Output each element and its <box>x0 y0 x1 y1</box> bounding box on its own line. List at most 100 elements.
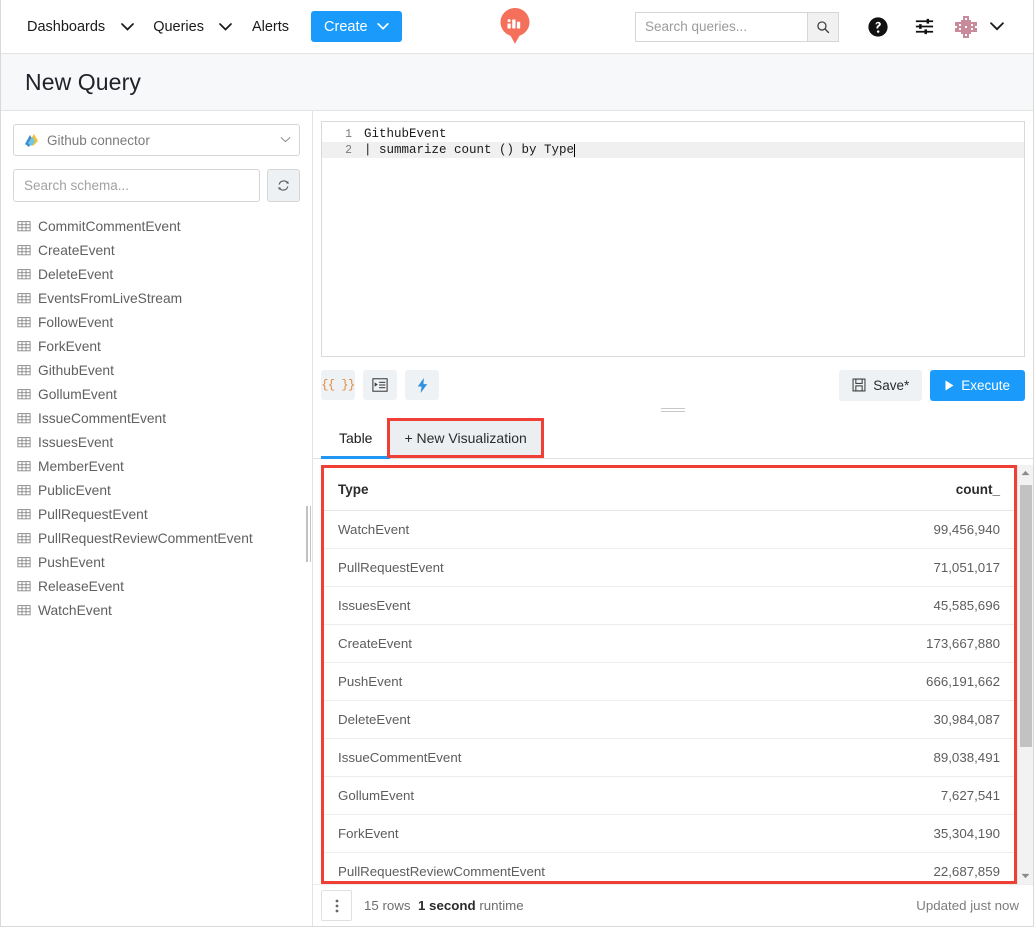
schema-table-item[interactable]: GithubEvent <box>17 358 312 382</box>
table-icon <box>17 339 31 353</box>
results-vertical-scrollbar[interactable] <box>1017 465 1033 884</box>
create-button-label: Create <box>324 19 368 35</box>
schema-table-item[interactable]: CommitCommentEvent <box>17 214 312 238</box>
sidebar-scrollbar[interactable] <box>306 506 311 562</box>
tab-table[interactable]: Table <box>321 431 390 459</box>
schema-table-item[interactable]: GollumEvent <box>17 382 312 406</box>
schema-table-item[interactable]: IssueCommentEvent <box>17 406 312 430</box>
table-row[interactable]: IssueCommentEvent89,038,491 <box>324 739 1014 777</box>
search-queries-box <box>635 12 839 42</box>
schema-table-item[interactable]: PullRequestReviewCommentEvent <box>17 526 312 550</box>
execute-button[interactable]: Execute <box>930 370 1025 401</box>
table-row[interactable]: CreateEvent173,667,880 <box>324 625 1014 663</box>
cell-type: ForkEvent <box>324 815 669 853</box>
updated-timestamp: Updated just now <box>916 898 1019 913</box>
table-row[interactable]: PullRequestEvent71,051,017 <box>324 549 1014 587</box>
github-connector-icon <box>24 133 39 148</box>
schema-table-label: IssueCommentEvent <box>38 411 166 426</box>
chevron-down-icon-account[interactable] <box>983 22 1011 31</box>
results-table-head: Typecount_ <box>324 468 1014 511</box>
schema-table-item[interactable]: PullRequestEvent <box>17 502 312 526</box>
create-button[interactable]: Create <box>311 11 402 42</box>
query-editor[interactable]: 1GithubEvent2| summarize count () by Typ… <box>321 121 1025 357</box>
chevron-down-icon-queries[interactable] <box>212 23 240 31</box>
column-header[interactable]: count_ <box>669 468 1014 511</box>
table-row[interactable]: PullRequestReviewCommentEvent22,687,859 <box>324 853 1014 885</box>
schema-table-label: FollowEvent <box>38 315 113 330</box>
search-button[interactable] <box>807 12 839 42</box>
cell-type: DeleteEvent <box>324 701 669 739</box>
table-header-row: Typecount_ <box>324 468 1014 511</box>
new-visualization-button[interactable]: + New Visualization <box>390 421 540 455</box>
table-icon <box>17 483 31 497</box>
save-button[interactable]: Save* <box>839 370 922 401</box>
editor-line[interactable]: 1GithubEvent <box>322 126 1024 142</box>
avatar[interactable] <box>953 14 979 40</box>
cell-count: 71,051,017 <box>669 549 1014 587</box>
cell-type: WatchEvent <box>324 511 669 549</box>
schema-table-item[interactable]: IssuesEvent <box>17 430 312 454</box>
play-icon <box>945 380 954 391</box>
nav-right-cluster <box>635 10 1019 44</box>
schema-table-item[interactable]: PublicEvent <box>17 478 312 502</box>
table-row[interactable]: IssuesEvent45,585,696 <box>324 587 1014 625</box>
schema-table-item[interactable]: PushEvent <box>17 550 312 574</box>
chevron-down-icon-dashboards[interactable] <box>113 23 141 31</box>
body-split: Github connector CommitCommentEvent Creat… <box>1 111 1033 926</box>
sliders-icon <box>914 16 935 37</box>
scroll-down-arrow[interactable] <box>1018 868 1033 884</box>
settings-sliders-button[interactable] <box>907 10 941 44</box>
cell-count: 45,585,696 <box>669 587 1014 625</box>
editor-line[interactable]: 2| summarize count () by Type <box>322 142 1024 158</box>
table-row[interactable]: GollumEvent7,627,541 <box>324 777 1014 815</box>
schema-table-item[interactable]: ForkEvent <box>17 334 312 358</box>
app-logo[interactable] <box>498 7 532 45</box>
more-options-button[interactable] <box>321 890 352 921</box>
results-table-body: WatchEvent99,456,940PullRequestEvent71,0… <box>324 511 1014 885</box>
schema-table-item[interactable]: MemberEvent <box>17 454 312 478</box>
quick-actions-button[interactable] <box>405 370 439 400</box>
table-row[interactable]: WatchEvent99,456,940 <box>324 511 1014 549</box>
schema-table-item[interactable]: EventsFromLiveStream <box>17 286 312 310</box>
schema-table-label: IssuesEvent <box>38 435 113 450</box>
scrollbar-thumb[interactable] <box>1020 485 1032 747</box>
schema-table-label: CreateEvent <box>38 243 115 258</box>
search-input[interactable] <box>635 12 807 42</box>
schema-table-label: GollumEvent <box>38 387 117 402</box>
schema-table-item[interactable]: ReleaseEvent <box>17 574 312 598</box>
nav-item-queries[interactable]: Queries <box>149 13 208 41</box>
chevron-down-icon-create <box>377 23 389 30</box>
connector-select[interactable]: Github connector <box>13 124 300 156</box>
table-icon <box>17 291 31 305</box>
runtime-suffix: runtime <box>479 898 523 913</box>
scroll-up-arrow[interactable] <box>1018 465 1033 481</box>
query-editor-pane: 1GithubEvent2| summarize count () by Typ… <box>313 111 1033 357</box>
help-circle-icon <box>867 16 889 38</box>
table-row[interactable]: PushEvent666,191,662 <box>324 663 1014 701</box>
table-row[interactable]: DeleteEvent30,984,087 <box>324 701 1014 739</box>
query-parameters-button[interactable]: {{ }} <box>321 370 355 400</box>
schema-table-label: MemberEvent <box>38 459 124 474</box>
schema-table-item[interactable]: DeleteEvent <box>17 262 312 286</box>
column-header[interactable]: Type <box>324 468 669 511</box>
help-button[interactable] <box>861 10 895 44</box>
nav-item-dashboards[interactable]: Dashboards <box>23 13 109 41</box>
schema-table-item[interactable]: CreateEvent <box>17 238 312 262</box>
schema-table-item[interactable]: WatchEvent <box>17 598 312 622</box>
format-query-button[interactable] <box>363 370 397 400</box>
schema-search-input[interactable] <box>13 169 260 202</box>
lightning-bolt-icon <box>415 377 430 394</box>
schema-table-label: PullRequestReviewCommentEvent <box>38 531 253 546</box>
table-row[interactable]: ForkEvent35,304,190 <box>324 815 1014 853</box>
pane-splitter-handle[interactable] <box>313 405 1033 415</box>
refresh-schema-button[interactable] <box>267 169 300 202</box>
nav-item-alerts[interactable]: Alerts <box>248 13 293 41</box>
page-title: New Query <box>25 69 141 96</box>
schema-table-label: CommitCommentEvent <box>38 219 181 234</box>
cell-type: PushEvent <box>324 663 669 701</box>
schema-table-item[interactable]: FollowEvent <box>17 310 312 334</box>
kebab-menu-icon <box>335 898 339 914</box>
schema-table-label: GithubEvent <box>38 363 114 378</box>
result-tabs: Table + New Visualization <box>313 415 1033 459</box>
results-footer: 15 rows 1 second runtime Updated just no… <box>313 884 1033 926</box>
